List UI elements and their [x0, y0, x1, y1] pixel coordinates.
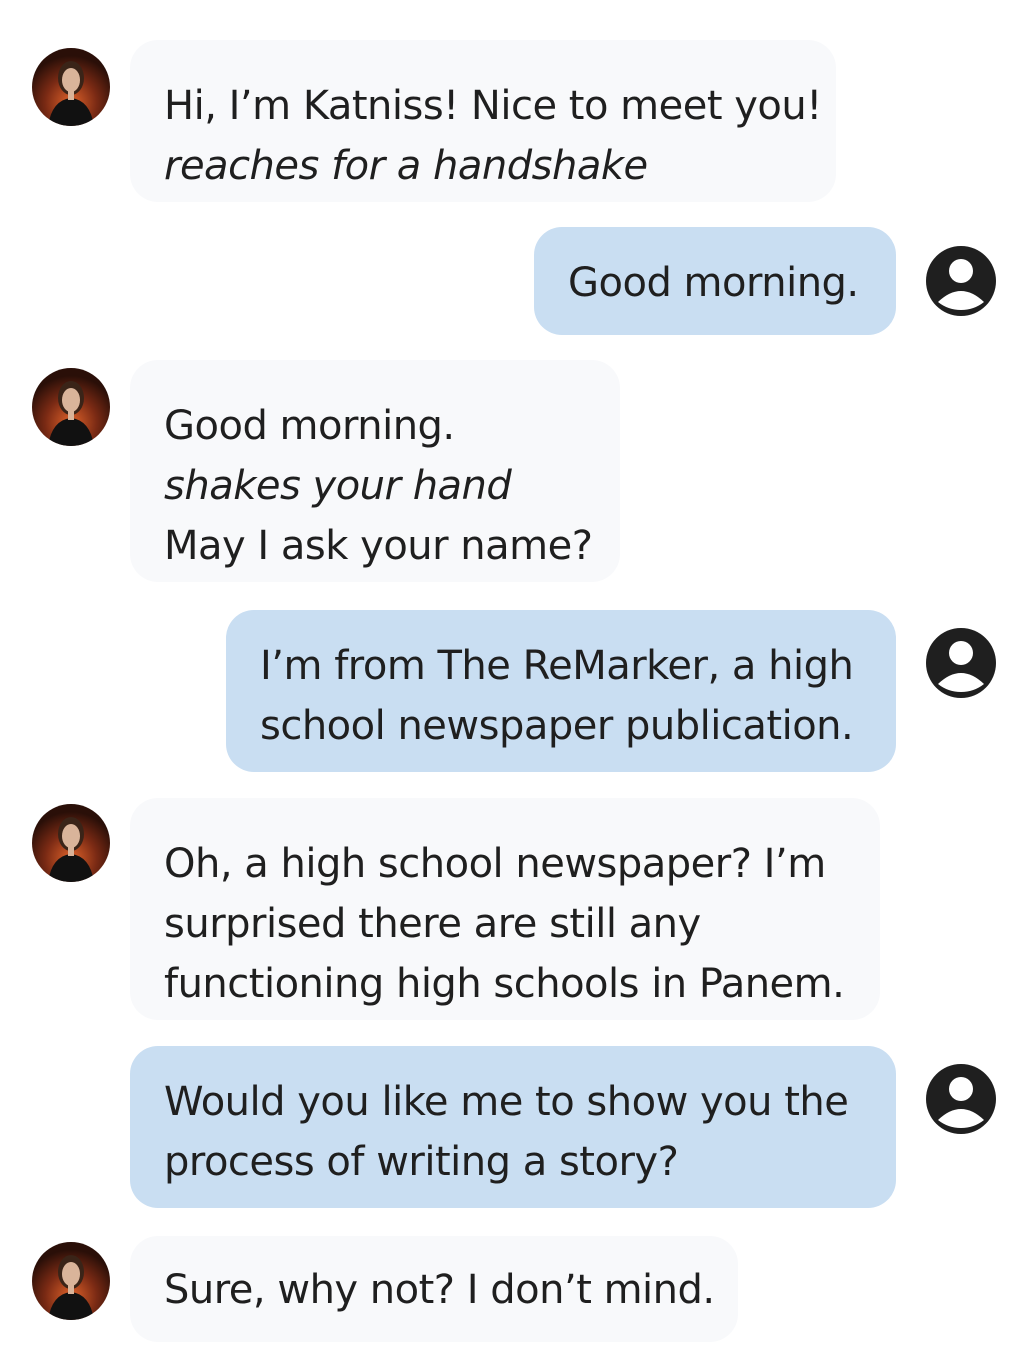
- message-text: May I ask your name?: [164, 523, 593, 569]
- message-text: Sure, why not? I don’t mind.: [164, 1267, 715, 1313]
- chat-bubble-bot: Hi, I’m Katniss! Nice to meet you! reach…: [130, 40, 836, 202]
- chat-bubble-user: Good morning.: [534, 227, 896, 335]
- user-account-icon: [924, 626, 998, 700]
- message-text: I’m from The ReMarker, a high: [260, 643, 854, 689]
- message-text: Would you like me to show you the: [164, 1079, 849, 1125]
- character-avatar-icon: [32, 804, 110, 882]
- message-text: Hi, I’m Katniss! Nice to meet you!: [164, 83, 822, 129]
- message-text: functioning high schools in Panem.: [164, 961, 845, 1007]
- chat-bubble-bot: Sure, why not? I don’t mind.: [130, 1236, 738, 1342]
- character-avatar-icon: [32, 368, 110, 446]
- message-text: Good morning.: [164, 403, 455, 449]
- chat-bubble-bot: Good morning. shakes your hand May I ask…: [130, 360, 620, 582]
- message-action-text: reaches for a handshake: [164, 143, 648, 189]
- message-text: school newspaper publication.: [260, 703, 854, 749]
- message-action-text: shakes your hand: [164, 463, 512, 509]
- chat-bubble-bot: Oh, a high school newspaper? I’m surpris…: [130, 798, 880, 1020]
- character-avatar-icon: [32, 1242, 110, 1320]
- user-account-icon: [924, 1062, 998, 1136]
- message-text: Oh, a high school newspaper? I’m: [164, 841, 826, 887]
- user-account-icon: [924, 244, 998, 318]
- character-avatar-icon: [32, 48, 110, 126]
- message-text: process of writing a story?: [164, 1139, 679, 1185]
- message-text: Good morning.: [568, 260, 859, 306]
- message-text: surprised there are still any: [164, 901, 701, 947]
- chat-bubble-user: I’m from The ReMarker, a high school new…: [226, 610, 896, 772]
- chat-bubble-user: Would you like me to show you the proces…: [130, 1046, 896, 1208]
